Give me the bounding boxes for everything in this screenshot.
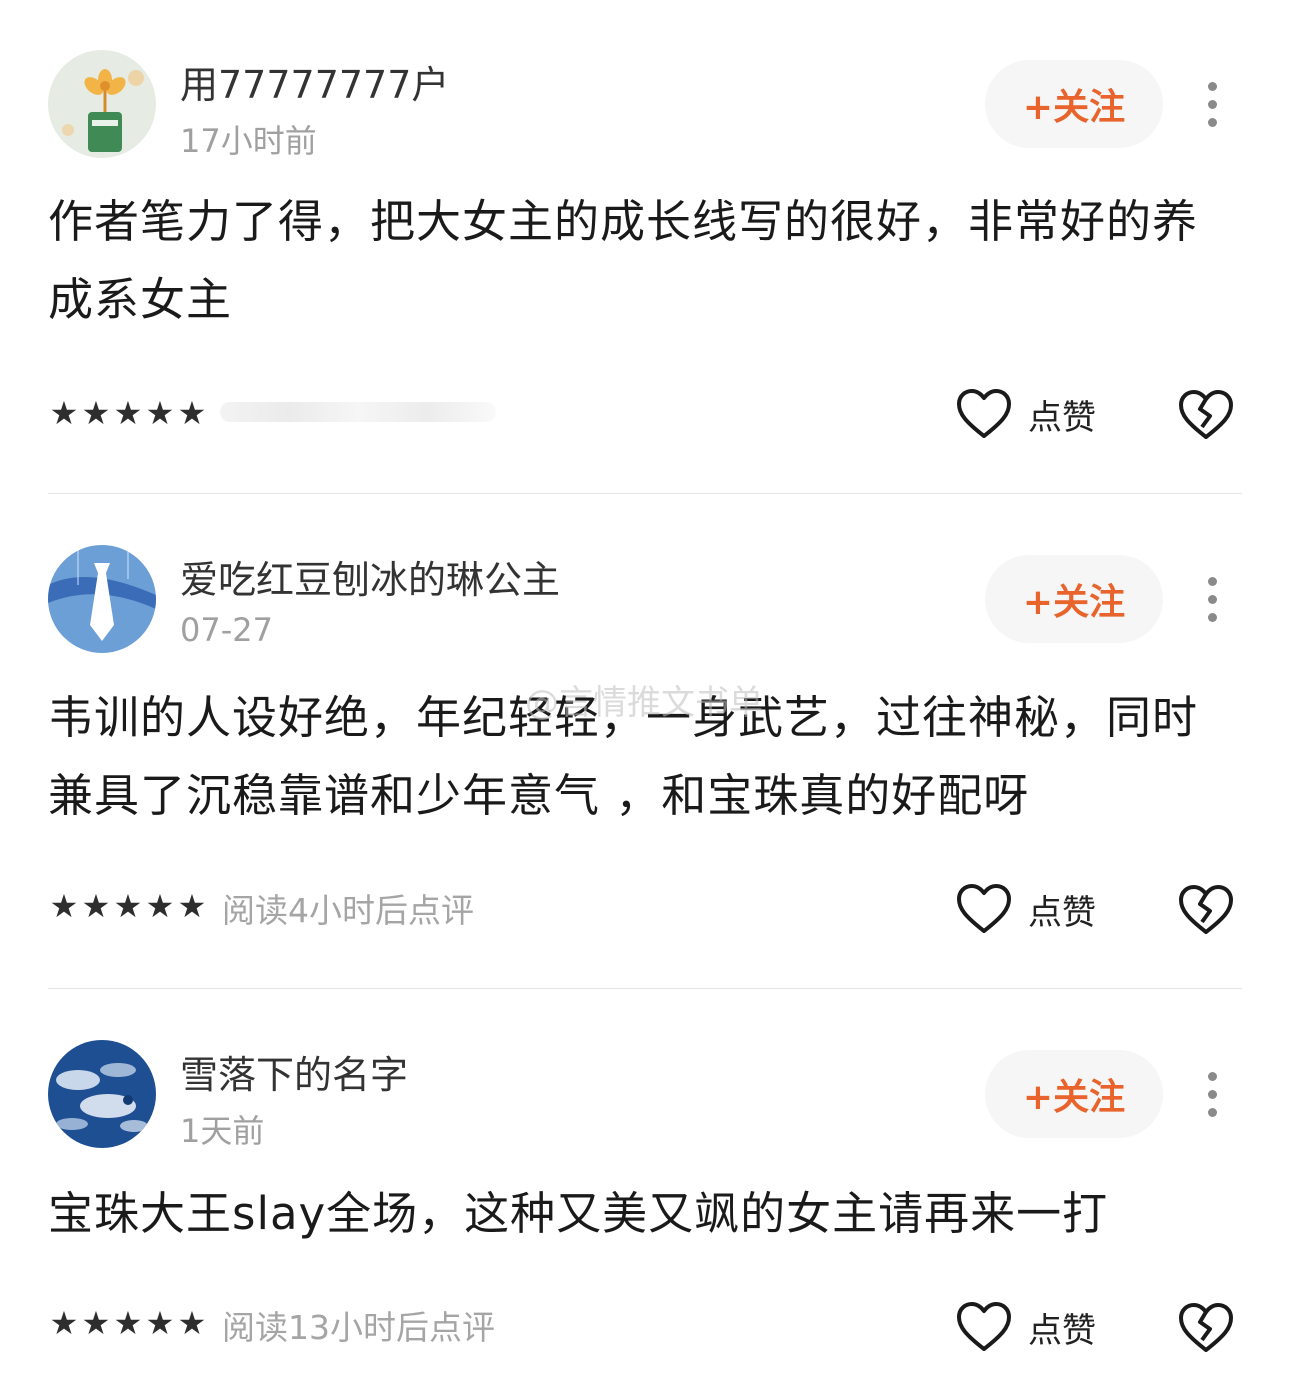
dislike-button[interactable]	[1178, 884, 1234, 936]
like-label: 点赞	[1028, 1310, 1096, 1351]
blurred-read-note	[220, 402, 496, 422]
like-label: 点赞	[1028, 892, 1096, 933]
rating-stars: ★ ★ ★ ★ ★	[48, 1306, 208, 1340]
dislike-button[interactable]	[1178, 389, 1234, 441]
read-note: 阅读4小时后点评	[222, 891, 474, 930]
star-icon: ★	[113, 394, 143, 432]
more-options-icon[interactable]	[1196, 573, 1230, 633]
username[interactable]: 雪落下的名字	[180, 1044, 408, 1099]
user-avatar[interactable]	[48, 1040, 156, 1148]
post-time: 17小时前	[180, 122, 317, 160]
star-icon: ★	[81, 887, 111, 925]
star-icon: ★	[177, 887, 207, 925]
follow-button[interactable]: +关注	[985, 555, 1163, 643]
broken-heart-icon	[1179, 885, 1233, 934]
like-button[interactable]: 点赞	[956, 881, 1096, 937]
flower-cup-avatar-icon	[48, 50, 156, 158]
read-note: 阅读13小时后点评	[222, 1308, 495, 1347]
star-icon: ★	[81, 394, 111, 432]
comment-text: 作者笔力了得，把大女主的成长线写的很好，非常好的养成系女主	[48, 195, 1199, 326]
follow-button[interactable]: +关注	[985, 1050, 1163, 1138]
follow-button[interactable]: +关注	[985, 60, 1163, 148]
comment-text: 宝珠大王slay全场，这种又美又飒的女主请再来一打	[48, 1187, 1109, 1240]
star-icon: ★	[81, 1304, 111, 1342]
heart-icon	[957, 884, 1011, 933]
username[interactable]: 用77777777户	[180, 54, 449, 109]
star-icon: ★	[113, 1304, 143, 1342]
divider	[48, 988, 1242, 989]
like-button[interactable]: 点赞	[956, 386, 1096, 442]
rating-stars: ★ ★ ★ ★ ★	[48, 396, 208, 430]
post-time: 1天前	[180, 1112, 265, 1150]
post-time: 07-27	[180, 611, 273, 649]
broken-heart-icon	[1179, 1303, 1233, 1352]
star-icon: ★	[145, 887, 175, 925]
more-options-icon[interactable]	[1196, 78, 1230, 138]
dislike-button[interactable]	[1178, 1302, 1234, 1354]
more-options-icon[interactable]	[1196, 1068, 1230, 1128]
star-icon: ★	[177, 394, 207, 432]
like-label: 点赞	[1028, 397, 1096, 438]
watermark: @言情推文书单	[525, 683, 763, 723]
tie-avatar-icon	[48, 545, 156, 653]
heart-icon	[957, 389, 1011, 438]
like-button[interactable]: 点赞	[956, 1299, 1096, 1355]
broken-heart-icon	[1179, 390, 1233, 439]
user-avatar[interactable]	[48, 545, 156, 653]
rating-stars: ★ ★ ★ ★ ★	[48, 889, 208, 923]
user-avatar[interactable]	[48, 50, 156, 158]
star-icon: ★	[49, 1304, 79, 1342]
star-icon: ★	[49, 394, 79, 432]
divider	[48, 493, 1242, 494]
star-icon: ★	[145, 394, 175, 432]
username[interactable]: 爱吃红豆刨冰的琳公主	[180, 549, 560, 604]
earth-clouds-avatar-icon	[48, 1040, 156, 1148]
heart-icon	[957, 1302, 1011, 1351]
star-icon: ★	[177, 1304, 207, 1342]
star-icon: ★	[49, 887, 79, 925]
star-icon: ★	[113, 887, 143, 925]
star-icon: ★	[145, 1304, 175, 1342]
